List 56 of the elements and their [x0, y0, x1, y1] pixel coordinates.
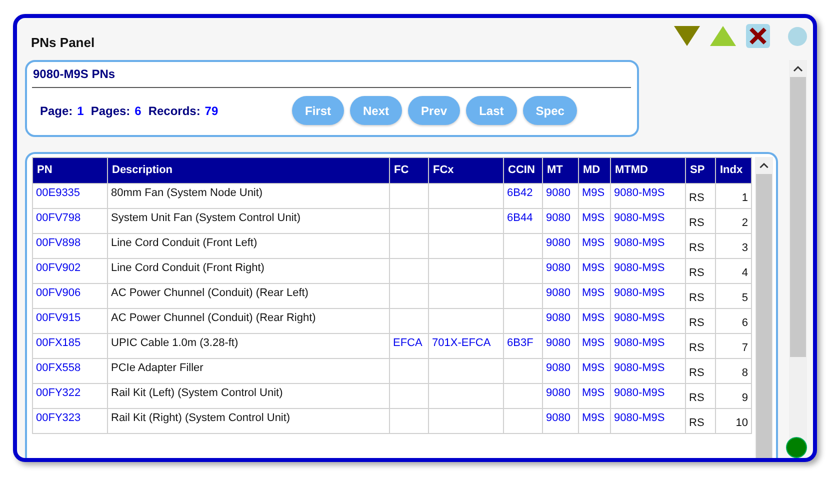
scroll-up-icon[interactable]: [792, 65, 802, 73]
description-cell: Rail Kit (Right) (System Control Unit): [111, 412, 290, 424]
index-cell: 1: [742, 192, 748, 204]
description-cell: AC Power Chunnel (Conduit) (Rear Left): [111, 287, 308, 299]
description-cell: System Unit Fan (System Control Unit): [111, 212, 300, 224]
close-icon[interactable]: [746, 24, 770, 48]
sp-cell: RS: [689, 242, 704, 254]
scroll-up-icon[interactable]: [759, 162, 769, 170]
window-title: PNs Panel: [31, 35, 95, 52]
description-cell: 80mm Fan (System Node Unit): [111, 187, 263, 199]
sp-cell: RS: [689, 217, 704, 229]
sp-cell: RS: [689, 317, 704, 329]
column-header: MTMD: [610, 158, 686, 184]
sp-cell: RS: [689, 392, 704, 404]
index-cell: 9: [742, 392, 748, 404]
column-header: MT: [542, 158, 578, 184]
description-cell: PCIe Adapter Filler: [111, 362, 204, 374]
column-header: Indx: [716, 158, 752, 184]
page-label: Page:: [40, 104, 73, 118]
description-cell: Line Cord Conduit (Front Left): [111, 237, 258, 249]
description-cell: Line Cord Conduit (Front Right): [111, 262, 264, 274]
scroll-thumb[interactable]: [790, 77, 806, 357]
column-header: FCx: [428, 158, 504, 184]
index-cell: 8: [742, 367, 748, 379]
page-value: 1: [77, 104, 84, 118]
sp-cell: RS: [689, 267, 704, 279]
sp-cell: RS: [689, 417, 704, 429]
pages-label: Pages:: [90, 104, 130, 118]
sp-cell: RS: [689, 292, 704, 304]
sp-cell: RS: [689, 342, 704, 354]
index-cell: 10: [736, 417, 748, 429]
records-label: Records:: [148, 104, 200, 118]
description-cell: UPIC Cable 1.0m (3.28-ft): [111, 337, 238, 349]
table-scrollbar[interactable]: [755, 157, 773, 458]
description-cell: Rail Kit (Left) (System Control Unit): [111, 387, 283, 399]
index-cell: 3: [742, 242, 748, 254]
records-value: 79: [204, 104, 218, 118]
index-cell: 7: [742, 342, 748, 354]
pages-value: 6: [134, 104, 142, 118]
index-cell: 4: [742, 267, 748, 279]
column-header: Description: [108, 158, 390, 184]
column-header: SP: [686, 158, 716, 184]
index-cell: 6: [742, 317, 748, 329]
description-cell: AC Power Chunnel (Conduit) (Rear Right): [111, 312, 316, 324]
triangle-down-icon[interactable]: [674, 26, 700, 46]
status-dot-icon: [786, 437, 806, 458]
column-header: CCIN: [504, 158, 542, 184]
column-header: MD: [578, 158, 610, 184]
sp-cell: RS: [689, 192, 704, 204]
sp-cell: RS: [689, 367, 704, 379]
index-cell: 5: [742, 292, 748, 304]
index-cell: 2: [742, 217, 748, 229]
info-title: 9080-M9S PNs: [32, 66, 631, 88]
column-header: PN: [32, 158, 108, 184]
scroll-thumb[interactable]: [756, 174, 772, 458]
column-header: FC: [390, 158, 428, 184]
